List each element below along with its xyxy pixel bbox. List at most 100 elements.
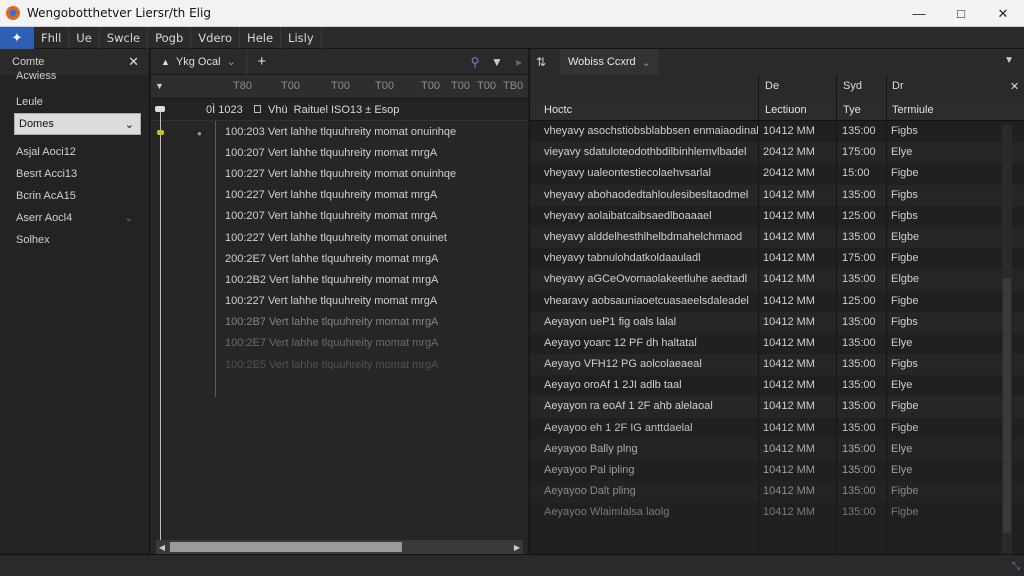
chevron-down-icon[interactable]: ⌄: [227, 55, 236, 68]
event-type: Figbs: [891, 125, 918, 137]
timeline-row[interactable]: 100:2E5 Vert lahhe tlquuhreity momat mrg…: [151, 354, 528, 375]
menu-help[interactable]: Hele: [240, 26, 282, 49]
search-icon[interactable]: ⚲: [464, 49, 486, 75]
timeline-header: 0Ì 1023 Vhü Raituel ISO13 ± Esop: [151, 99, 528, 121]
sidebar-item-besrt[interactable]: Besrt Acci13: [0, 163, 149, 185]
table-row[interactable]: Aeyayoo eh 1 2F IG anttdaelal 10412 MM 135…: [530, 418, 1024, 439]
event-duration: 135:00: [842, 358, 876, 371]
minimize-button[interactable]: —: [898, 0, 940, 27]
timeline-row[interactable]: 200:2E7 Vert lahhe tlquuhreity momat mrg…: [151, 248, 528, 269]
timeline-row[interactable]: 100:203 Vert lahhe tlquuhreity momat onu…: [151, 121, 528, 142]
event-time: 10412 MM: [763, 400, 815, 413]
time-ruler[interactable]: ▼ T80 T00 T00 T00 T00 T00 T00 TB0: [151, 75, 528, 99]
timeline-row[interactable]: 100:227 Vert lahhe tlquuhreity momat mrg…: [151, 185, 528, 206]
event-description: Aeyayo yoarc 12 PF dh haltatal: [544, 336, 697, 349]
scrollbar-thumb[interactable]: [170, 542, 402, 552]
maximize-button[interactable]: □: [940, 0, 982, 27]
table-row[interactable]: Aeyayoo Bally plng 10412 MM 135:00 Elye: [530, 438, 1024, 460]
table-row[interactable]: Aeyayoo Pal ipling 10412 MM 135:00 Elye: [530, 460, 1024, 481]
event-description: Aeyayoo eh 1 2F IG anttdaelal: [544, 421, 693, 434]
group-header-dr[interactable]: Dr: [892, 80, 904, 92]
menu-video[interactable]: Vdero: [191, 26, 241, 49]
menu-page[interactable]: Pogb: [148, 26, 192, 49]
scrollbar-thumb[interactable]: [1003, 278, 1011, 533]
timeline-row[interactable]: 100:227 Vert lahhe tlquuhreity momat onu…: [151, 227, 528, 248]
table-row[interactable]: Aeyayon ra eoAf 1 2F ahb alelaoal 10412 M…: [530, 396, 1024, 418]
timeline-row[interactable]: 100:207 Vert lahhe tlquuhreity momat mrg…: [151, 206, 528, 227]
sidebar-item-aserr[interactable]: Aserr Aocl4 ⌄: [0, 207, 149, 229]
event-type: Figbe: [891, 421, 919, 434]
timeline-row-label: 200:2E7 Vert lahhe tlquuhreity momat mrg…: [225, 252, 439, 265]
table-row[interactable]: vieyavy sdatuloteodothbdilbinhlemvlbadel…: [530, 142, 1024, 164]
checkbox-icon[interactable]: [254, 105, 261, 113]
table-row[interactable]: Aeyayon ueP1 fig oals lalal 10412 MM 135:0…: [530, 311, 1024, 333]
menu-select[interactable]: Swcle: [100, 26, 149, 49]
timeline-row[interactable]: 100:207 Vert lahhe tlquuhreity momat mrg…: [151, 142, 528, 163]
table-row[interactable]: vheyavy tabnulohdatkoldaauladl 10412 MM 17…: [530, 248, 1024, 269]
scroll-left-icon[interactable]: ◀: [156, 540, 168, 554]
table-row[interactable]: Aeyayo VFH12 PG aolcolaeaeal 10412 MM 135:…: [530, 354, 1024, 376]
sidebar-item-solhex[interactable]: Solhex: [0, 229, 149, 251]
menu-edit[interactable]: Ue: [69, 26, 100, 49]
event-type: Figbs: [891, 315, 918, 328]
chevron-down-icon[interactable]: ⌄: [642, 56, 651, 69]
event-description: Aeyayoo Wlaimlalsa laolg: [544, 506, 670, 519]
table-row[interactable]: vheyavy aolaibatcaibsaedlboaaael 10412 MM…: [530, 206, 1024, 227]
sidebar-select-domes[interactable]: Domes ⌄: [14, 113, 141, 135]
filter-icon[interactable]: ▼: [486, 49, 508, 75]
table-row[interactable]: vhearavy aobsauniaoetcuasaeelsdaleadel 10…: [530, 291, 1024, 312]
event-duration: 135:00: [842, 485, 876, 498]
table-row[interactable]: vheyavy abohaodedtahloulesibesltaodmel 10…: [530, 184, 1024, 206]
column-header-location[interactable]: Lectiuon: [765, 104, 807, 116]
chevron-down-icon: ⌄: [124, 118, 134, 131]
table-row[interactable]: Aeyayo oroAf 1 2JI adlb taal 10412 MM 135:…: [530, 375, 1024, 396]
group-header-de[interactable]: De: [765, 80, 779, 92]
column-header-terminal[interactable]: Termiule: [892, 104, 934, 116]
scroll-right-icon[interactable]: ▶: [511, 540, 523, 554]
table-row[interactable]: vheyavy ualeontestiecolaehvsarlal 20412 M…: [530, 163, 1024, 184]
vertical-scrollbar[interactable]: [1002, 125, 1012, 555]
event-time: 10412 MM: [763, 379, 815, 392]
event-time: 10412 MM: [763, 252, 815, 265]
table-row[interactable]: vheyavy alddelhesthlhelbdmahelchmaod 1041…: [530, 226, 1024, 249]
event-type: Figbs: [891, 209, 918, 222]
column-header-type[interactable]: Tye: [843, 104, 861, 116]
add-tab-button[interactable]: +: [247, 49, 277, 75]
close-button[interactable]: ✕: [982, 0, 1024, 27]
tab-web-card[interactable]: Wobiss Ccxrd ⌄: [560, 49, 659, 75]
menu-list[interactable]: Lisly: [281, 26, 322, 49]
timeline-row[interactable]: 100:2B7 Vert lahhe tlquuhreity momat mrg…: [151, 312, 528, 333]
event-type: Figbs: [891, 358, 918, 371]
sidebar-item-asjal[interactable]: Asjal Aoci12: [0, 141, 149, 163]
table-row[interactable]: vheyavy asochstiobsblabbsen enmaiaodinal…: [530, 121, 1024, 142]
playhead-marker[interactable]: [157, 130, 164, 135]
timeline-row[interactable]: 100:2B2 Vert lahhe tlquuhreity momat mrg…: [151, 269, 528, 290]
table-row[interactable]: vheyavy aGCeOvomaolakeetluhe aedtadl 1041…: [530, 269, 1024, 291]
close-icon[interactable]: ✕: [128, 54, 139, 70]
menu-file[interactable]: Fhll: [34, 26, 70, 49]
sidebar-item-bcrin[interactable]: Bcrin AcA15: [0, 185, 149, 207]
event-description: vheyavy tabnulohdatkoldaauladl: [544, 252, 701, 265]
forward-icon[interactable]: ▸: [508, 49, 530, 75]
playhead-icon[interactable]: ▼: [155, 81, 164, 91]
timeline-row[interactable]: 100:227 Vert lahhe tlquuhreity momat mrg…: [151, 291, 528, 312]
group-header-syd[interactable]: Syd: [843, 80, 862, 92]
table-row[interactable]: Aeyayoo Wlaimlalsa laolg 10412 MM 135:00 Fi…: [530, 502, 1024, 523]
ruler-tick: TB0: [503, 80, 524, 92]
table-row[interactable]: Aeyayo yoarc 12 PF dh haltatal 10412 MM 13…: [530, 333, 1024, 354]
sort-icon[interactable]: ⇅: [530, 49, 552, 75]
horizontal-scrollbar[interactable]: ◀ ▶: [156, 540, 523, 554]
timeline-row[interactable]: 100:2E7 Vert lahhe tlquuhreity momat mrg…: [151, 333, 528, 354]
app-logo-icon[interactable]: ✦: [0, 26, 34, 49]
resize-grip-icon[interactable]: ⤡: [1012, 561, 1020, 572]
sidebar-item-leule[interactable]: Leule: [0, 91, 149, 113]
sidebar-item-archives[interactable]: Acwiess: [0, 65, 149, 87]
track-divider: [215, 121, 216, 397]
timeline-row[interactable]: 100:227 Vert lahhe tlquuhreity momat onu…: [151, 163, 528, 184]
tab-timeline[interactable]: ▲ Ykg Ocal ⌄: [151, 48, 247, 75]
column-header-description[interactable]: Hoctc: [544, 104, 572, 116]
panel-menu-icon[interactable]: ▼: [1004, 55, 1014, 66]
table-row[interactable]: Aeyayoo Dalt pling 10412 MM 135:00 Figbe: [530, 481, 1024, 503]
close-icon[interactable]: ✕: [1010, 80, 1019, 93]
event-description: Aeyayon ra eoAf 1 2F ahb alelaoal: [544, 400, 713, 413]
